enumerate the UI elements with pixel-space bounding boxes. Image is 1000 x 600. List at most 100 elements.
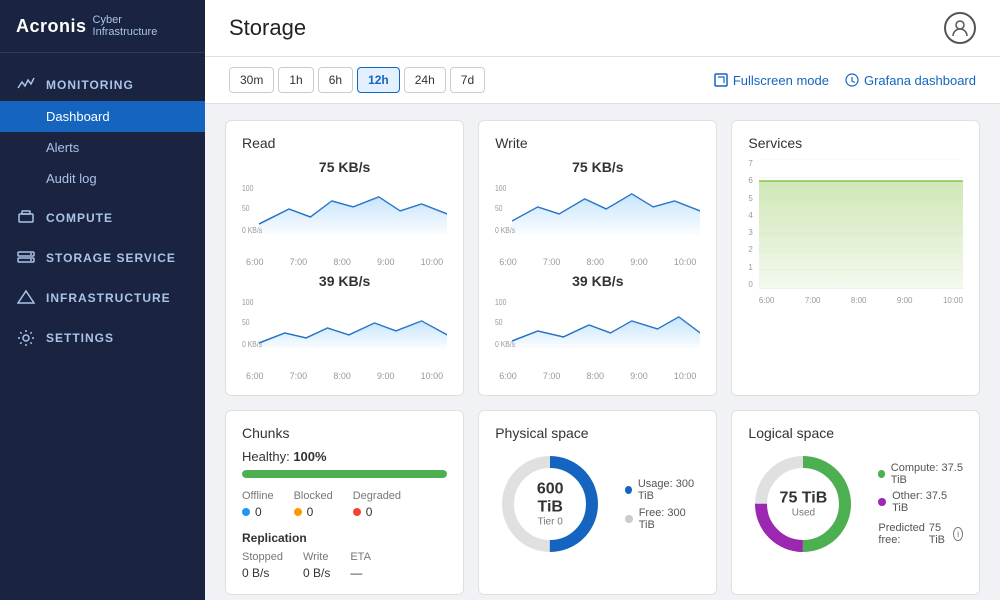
sidebar-item-settings[interactable]: SETTINGS (0, 314, 205, 354)
chunks-healthy-value: 100% (293, 449, 326, 464)
rep-write-label: Write (303, 551, 330, 563)
user-avatar[interactable] (944, 12, 976, 44)
sidebar-item-alerts[interactable]: Alerts (0, 132, 205, 163)
time-btn-24h[interactable]: 24h (404, 67, 446, 93)
usage-label: Usage: 300 TiB (638, 478, 701, 502)
compute-icon (16, 208, 36, 228)
write-x-labels1: 6:007:008:009:0010:00 (495, 257, 700, 267)
toolbar: 30m 1h 6h 12h 24h 7d Fullscreen mode Gra… (205, 57, 1000, 104)
settings-icon (16, 328, 36, 348)
grafana-button[interactable]: Grafana dashboard (845, 73, 976, 88)
read-card: Read 75 KB/s 100 50 0 KB/s (225, 120, 464, 396)
physical-legend: Usage: 300 TiB Free: 300 TiB (625, 478, 700, 531)
time-filter-group: 30m 1h 6h 12h 24h 7d (229, 67, 485, 93)
read-chart2: 100 50 0 KB/s (242, 293, 447, 363)
main-content: Storage 30m 1h 6h 12h 24h 7d Fullscreen … (205, 0, 1000, 600)
compute-legend: Compute: 37.5 TiB (878, 462, 963, 486)
blocked-value: 0 (294, 505, 333, 519)
degraded-value: 0 (353, 505, 401, 519)
info-icon[interactable]: i (953, 527, 963, 541)
read-x-labels2: 6:007:008:009:0010:00 (242, 371, 447, 381)
sidebar-item-dashboard[interactable]: Dashboard (0, 101, 205, 132)
services-title: Services (748, 135, 963, 151)
time-btn-1h[interactable]: 1h (278, 67, 313, 93)
logical-center-value: 75 TiB (780, 490, 828, 508)
physical-center-sub: Tier 0 (523, 517, 578, 528)
blocked-label: Blocked (294, 490, 333, 502)
grafana-label: Grafana dashboard (864, 73, 976, 88)
stopped-label: Stopped (242, 551, 283, 563)
svg-text:100: 100 (242, 183, 253, 193)
compute-label: COMPUTE (46, 211, 113, 225)
cards-grid: Read 75 KB/s 100 50 0 KB/s (225, 120, 980, 595)
write-x-labels2: 6:007:008:009:0010:00 (495, 371, 700, 381)
sidebar: Acronis Cyber Infrastructure MONITORING … (0, 0, 205, 600)
fullscreen-button[interactable]: Fullscreen mode (714, 73, 829, 88)
logo: Acronis Cyber Infrastructure (0, 0, 205, 53)
sidebar-item-audit-log[interactable]: Audit log (0, 163, 205, 194)
compute-legend-label: Compute: 37.5 TiB (891, 462, 963, 486)
other-legend: Other: 37.5 TiB (878, 490, 963, 514)
write-value2: 39 KB/s (495, 273, 700, 289)
chunks-progress-fill (242, 470, 447, 478)
logo-subtitle: Cyber Infrastructure (93, 14, 189, 38)
predicted-free: Predicted free: 75 TiB i (878, 522, 963, 546)
write-chart2: 100 50 0 KB/s (495, 293, 700, 363)
read-chart1: 100 50 0 KB/s (242, 179, 447, 249)
compute-dot (878, 470, 884, 478)
stopped-value: 0 B/s (242, 566, 283, 580)
write-title: Write (495, 135, 700, 151)
services-y-axis: 76543210 (748, 159, 754, 289)
logical-center: 75 TiB Used (780, 490, 828, 519)
chunks-progress-bar (242, 470, 447, 478)
time-btn-30m[interactable]: 30m (229, 67, 274, 93)
chunk-blocked: Blocked 0 (294, 490, 333, 519)
physical-title: Physical space (495, 425, 700, 441)
read-x-labels1: 6:007:008:009:0010:00 (242, 257, 447, 267)
svg-text:50: 50 (495, 317, 503, 327)
replication-stats: Stopped 0 B/s Write 0 B/s ETA — (242, 551, 447, 580)
offline-label: Offline (242, 490, 274, 502)
degraded-label: Degraded (353, 490, 401, 502)
logical-donut: 75 TiB Used (748, 449, 858, 559)
svg-text:50: 50 (242, 317, 250, 327)
read-value2: 39 KB/s (242, 273, 447, 289)
monitoring-label: MONITORING (46, 78, 134, 92)
chunk-offline: Offline 0 (242, 490, 274, 519)
logical-legend: Compute: 37.5 TiB Other: 37.5 TiB (878, 462, 963, 546)
usage-dot (625, 486, 632, 494)
write-value1: 75 KB/s (495, 159, 700, 175)
page-header: Storage (205, 0, 1000, 57)
sidebar-item-infrastructure[interactable]: INFRASTRUCTURE (0, 274, 205, 314)
logical-donut-container: 75 TiB Used Compute: 37.5 TiB (748, 449, 963, 559)
write-card: Write 75 KB/s 100 50 0 KB/s (478, 120, 717, 396)
eta-value: — (350, 566, 371, 580)
read-value1: 75 KB/s (242, 159, 447, 175)
chunks-healthy-label: Healthy: 100% (242, 449, 447, 464)
svg-text:50: 50 (495, 203, 503, 213)
page-title: Storage (229, 15, 306, 41)
sidebar-item-storage-service[interactable]: STORAGE SERVICE (0, 234, 205, 274)
read-title: Read (242, 135, 447, 151)
monitoring-icon (16, 75, 36, 95)
write-chart1: 100 50 0 KB/s (495, 179, 700, 249)
sidebar-item-compute[interactable]: COMPUTE (0, 194, 205, 234)
chunks-title: Chunks (242, 425, 447, 441)
eta-label: ETA (350, 551, 371, 563)
fullscreen-label: Fullscreen mode (733, 73, 829, 88)
svg-text:50: 50 (242, 203, 250, 213)
logical-title: Logical space (748, 425, 963, 441)
time-btn-6h[interactable]: 6h (318, 67, 353, 93)
physical-free: Free: 300 TiB (625, 507, 700, 531)
sidebar-item-monitoring[interactable]: MONITORING (0, 61, 205, 101)
rep-write: Write 0 B/s (303, 551, 330, 580)
offline-dot (242, 508, 250, 516)
degraded-dot (353, 508, 361, 516)
physical-usage: Usage: 300 TiB (625, 478, 700, 502)
chunks-card: Chunks Healthy: 100% Offline 0 (225, 410, 464, 595)
physical-donut-container: 600 TiB Tier 0 Usage: 300 TiB Free: 300 … (495, 449, 700, 559)
time-btn-12h[interactable]: 12h (357, 67, 400, 93)
services-x-labels: 6:007:008:009:0010:00 (759, 296, 963, 305)
time-btn-7d[interactable]: 7d (450, 67, 485, 93)
other-dot (878, 498, 886, 506)
